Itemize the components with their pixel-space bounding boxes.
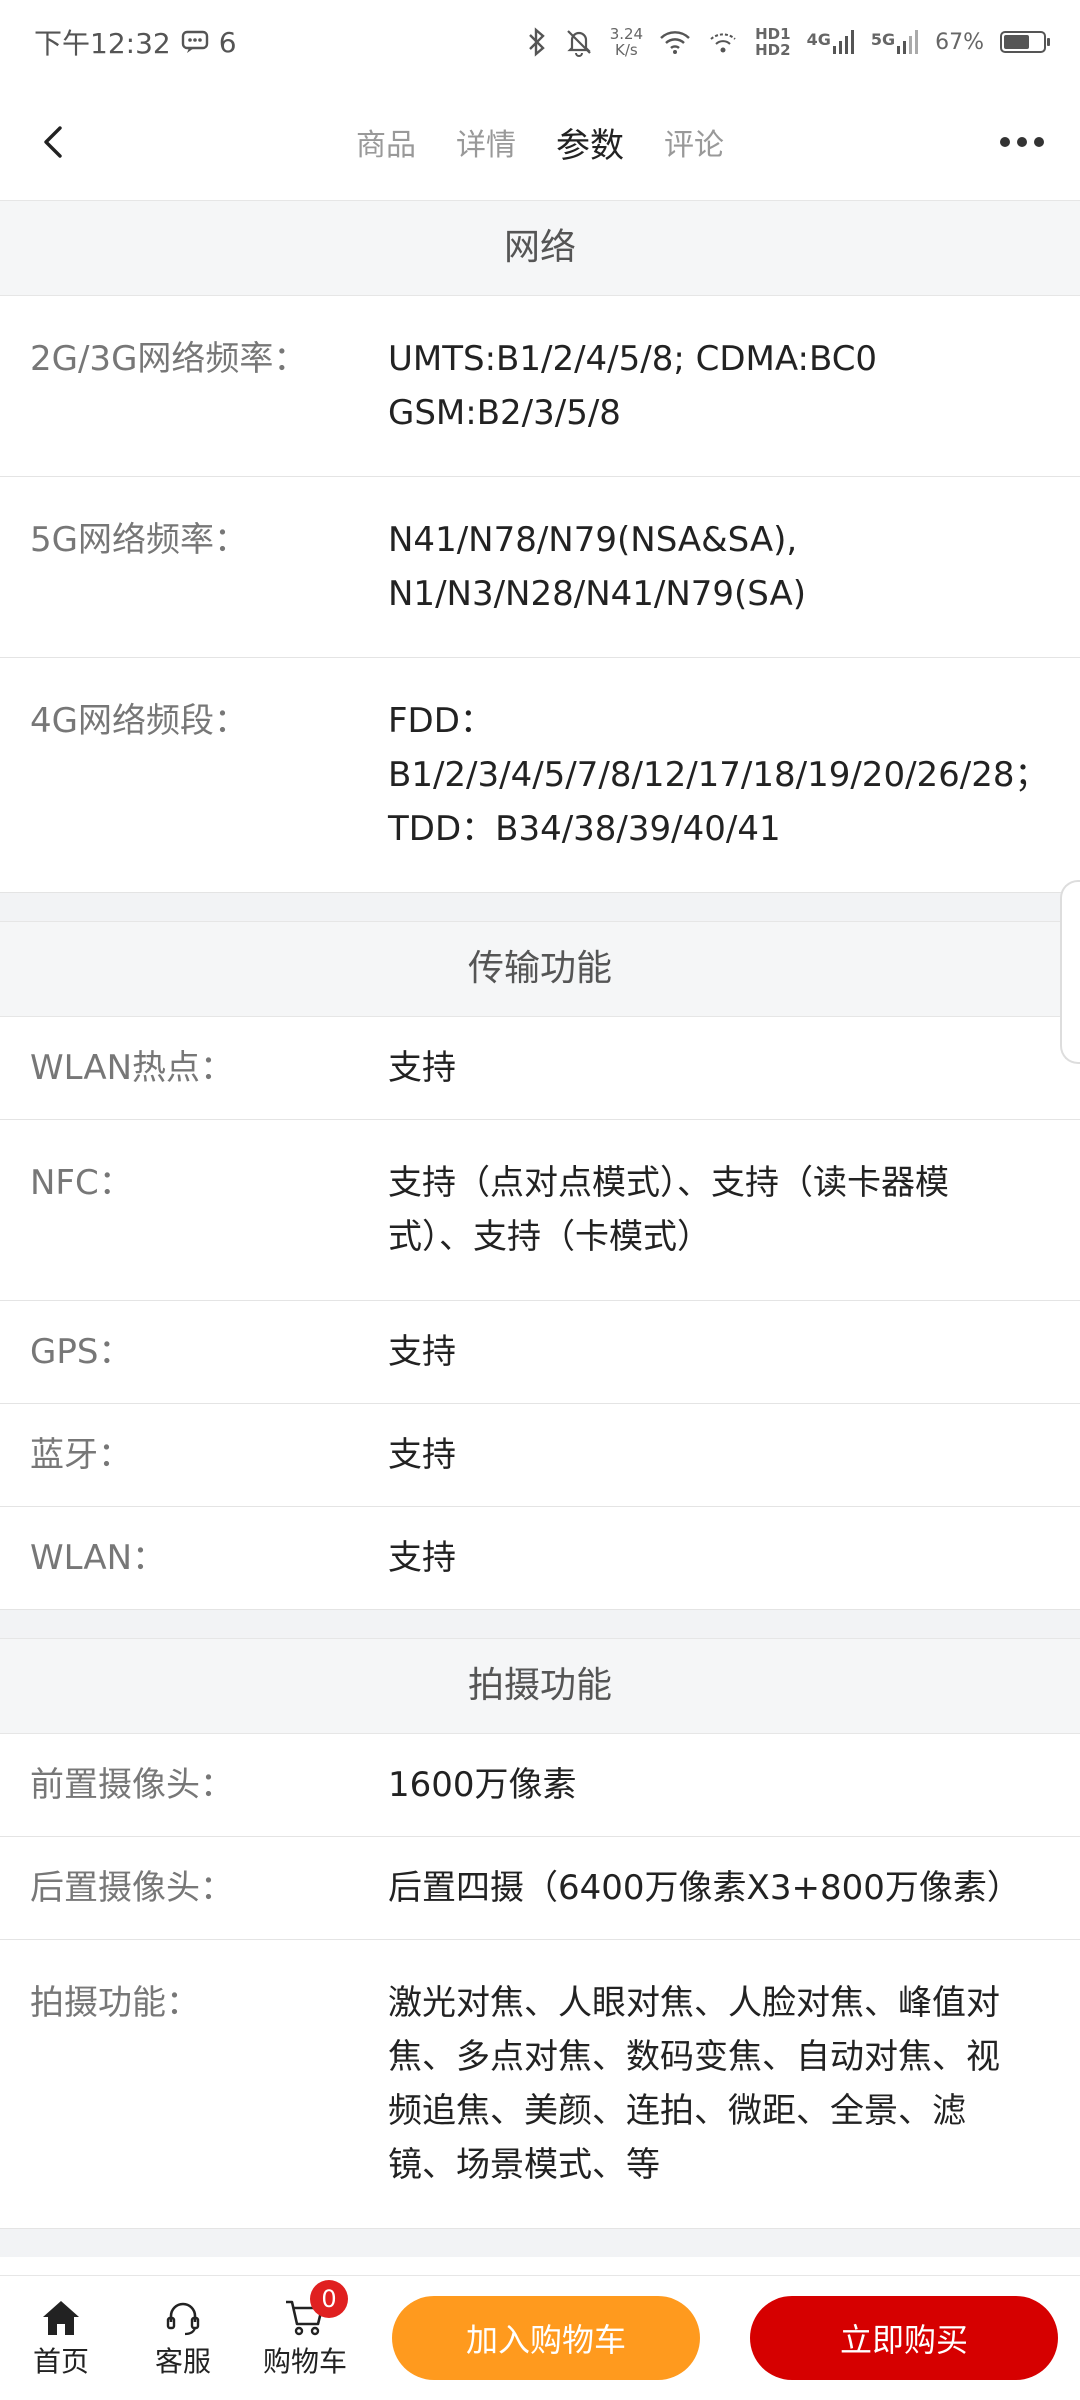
top-navbar: 商品 详情 参数 评论: [0, 84, 1080, 200]
param-label: 4G网络频段：: [30, 701, 248, 741]
param-row: 后置摄像头： 后置四摄（6400万像素X3+800万像素）: [0, 1837, 1080, 1940]
param-row: GPS： 支持: [0, 1301, 1080, 1404]
network-5g-label: 5G: [870, 30, 896, 49]
network-4g: 4G: [807, 30, 855, 54]
service-button[interactable]: 客服: [122, 2296, 244, 2380]
message-icon: [181, 30, 209, 54]
more-dot-icon: [1017, 137, 1027, 147]
params-content: 网络 2G/3G网络频率： UMTS:B1/2/4/5/8; CDMA:BC0 …: [0, 200, 1080, 2257]
net-speed-unit: K/s: [615, 41, 638, 59]
wifi-icon: [659, 29, 691, 55]
param-value: 支持: [388, 1435, 456, 1475]
param-label: WLAN：: [30, 1538, 167, 1578]
param-value: UMTS:B1/2/4/5/8; CDMA:BC0 GSM:B2/3/5/8: [388, 339, 878, 433]
param-row: 4G网络频段： FDD： B1/2/3/4/5/7/8/12/17/18/19/…: [0, 658, 1080, 893]
more-dot-icon: [1034, 137, 1044, 147]
param-value: 支持: [388, 1048, 456, 1088]
param-label: 拍摄功能：: [30, 1983, 200, 2023]
param-row: NFC： 支持（点对点模式）、支持（读卡器模 式）、支持（卡模式）: [0, 1120, 1080, 1301]
param-row: 2G/3G网络频率： UMTS:B1/2/4/5/8; CDMA:BC0 GSM…: [0, 296, 1080, 477]
bottom-action-bar: 首页 客服 购物车 0 加入购物车 立即购买: [0, 2275, 1080, 2400]
hotspot-icon: [707, 29, 739, 55]
param-value: N41/N78/N79(NSA&SA), N1/N3/N28/N41/N79(S…: [388, 520, 807, 614]
param-value: 激光对焦、人眼对焦、人脸对焦、峰值对 焦、多点对焦、数码变焦、自动对焦、视 频追…: [388, 1983, 1000, 2185]
signal-icon: [897, 30, 919, 54]
param-row: 拍摄功能： 激光对焦、人眼对焦、人脸对焦、峰值对 焦、多点对焦、数码变焦、自动对…: [0, 1940, 1080, 2229]
tab-product[interactable]: 商品: [336, 120, 436, 164]
param-value: 支持: [388, 1332, 456, 1372]
hd1-label: HD1: [755, 25, 791, 43]
tab-details[interactable]: 详情: [436, 120, 536, 164]
param-label: 蓝牙：: [30, 1435, 132, 1475]
param-value: 支持（点对点模式）、支持（读卡器模 式）、支持（卡模式）: [388, 1163, 949, 1257]
battery-fill: [1004, 35, 1029, 49]
signal-icon: [832, 30, 854, 54]
add-to-cart-button[interactable]: 加入购物车: [392, 2296, 700, 2380]
section-divider: [0, 2229, 1080, 2257]
battery-percent: 67%: [935, 29, 984, 55]
cart-button[interactable]: 购物车 0: [244, 2280, 366, 2380]
battery-icon: [1000, 31, 1050, 53]
cart-count-badge: 0: [310, 2280, 348, 2318]
more-dot-icon: [1000, 137, 1010, 147]
param-label: WLAN热点：: [30, 1048, 235, 1088]
param-value: FDD： B1/2/3/4/5/7/8/12/17/18/19/20/26/28…: [388, 701, 1049, 849]
tab-reviews[interactable]: 评论: [644, 120, 744, 164]
floating-side-tab[interactable]: [1060, 880, 1080, 1064]
param-row: WLAN： 支持: [0, 1507, 1080, 1610]
tab-bar: 商品 详情 参数 评论: [0, 84, 1080, 200]
notification-count: 6: [218, 25, 237, 59]
net-speed: 3.24 K/s: [610, 26, 643, 58]
section-header-transfer: 传输功能: [0, 921, 1080, 1017]
param-label: 前置摄像头：: [30, 1765, 234, 1805]
section-header-network: 网络: [0, 200, 1080, 296]
param-row: 前置摄像头： 1600万像素: [0, 1734, 1080, 1837]
param-value: 支持: [388, 1538, 456, 1578]
status-left: 下午12:32 6: [34, 22, 237, 62]
tab-params[interactable]: 参数: [536, 118, 644, 167]
hd2-label: HD2: [755, 41, 791, 59]
net-speed-value: 3.24: [609, 25, 644, 43]
network-5g: 5G: [871, 30, 919, 54]
bluetooth-icon: [526, 27, 548, 57]
cart-label: 购物车: [262, 2345, 347, 2378]
status-right: 3.24 K/s HD1 HD2 4G 5G 67%: [526, 26, 1050, 58]
home-label: 首页: [32, 2345, 89, 2378]
param-value: 后置四摄（6400万像素X3+800万像素）: [388, 1868, 1021, 1908]
status-bar: 下午12:32 6 3.24 K/s HD1 HD2 4G 5G 67%: [0, 0, 1080, 84]
service-label: 客服: [154, 2345, 211, 2378]
param-label: 2G/3G网络频率：: [30, 339, 308, 379]
more-button[interactable]: [1000, 128, 1044, 156]
param-label: NFC：: [30, 1163, 133, 1203]
mute-bell-icon: [564, 27, 594, 57]
param-row: 5G网络频率： N41/N78/N79(NSA&SA), N1/N3/N28/N…: [0, 477, 1080, 658]
section-header-camera: 拍摄功能: [0, 1638, 1080, 1734]
section-divider: [0, 1610, 1080, 1638]
network-4g-label: 4G: [806, 30, 831, 49]
param-value: 1600万像素: [388, 1765, 577, 1805]
param-row: 蓝牙： 支持: [0, 1404, 1080, 1507]
headset-icon: [163, 2296, 203, 2340]
home-button[interactable]: 首页: [0, 2296, 122, 2380]
param-label: 后置摄像头：: [30, 1868, 234, 1908]
home-icon: [41, 2296, 81, 2340]
hd-indicator: HD1 HD2: [755, 26, 790, 58]
buy-now-button[interactable]: 立即购买: [750, 2296, 1058, 2380]
status-time: 下午12:32: [34, 27, 171, 60]
param-label: 5G网络频率：: [30, 520, 248, 560]
param-label: GPS：: [30, 1332, 133, 1372]
section-divider: [0, 893, 1080, 921]
param-row: WLAN热点： 支持: [0, 1017, 1080, 1120]
